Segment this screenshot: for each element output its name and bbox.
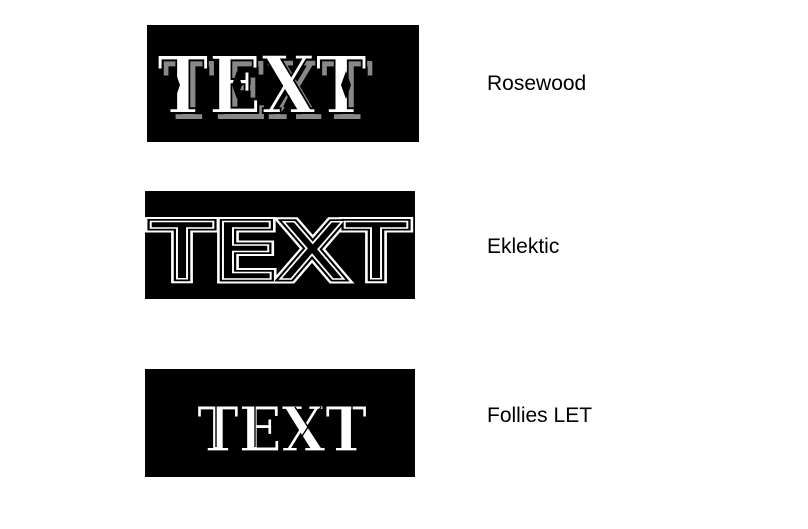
eklektic-sample: TEXT TEXT TEXT: [145, 191, 415, 299]
eklektic-sample-art: TEXT TEXT TEXT: [145, 204, 412, 300]
follies-sample-art: TEXT: [196, 392, 367, 466]
rosewood-sample-art: TEXT TEXT: [156, 37, 373, 138]
follies-sample: TEXT: [145, 369, 415, 477]
rosewood-sample-text: TEXT: [157, 38, 367, 132]
follies-sample-text: TEXT: [197, 393, 367, 466]
font-name-rosewood: Rosewood: [487, 72, 587, 95]
font-name-eklektic: Eklektic: [487, 235, 560, 258]
font-name-follies: Follies LET: [487, 404, 593, 427]
rosewood-sample: TEXT TEXT: [147, 25, 419, 142]
eklektic-sample-text: TEXT: [150, 208, 408, 298]
